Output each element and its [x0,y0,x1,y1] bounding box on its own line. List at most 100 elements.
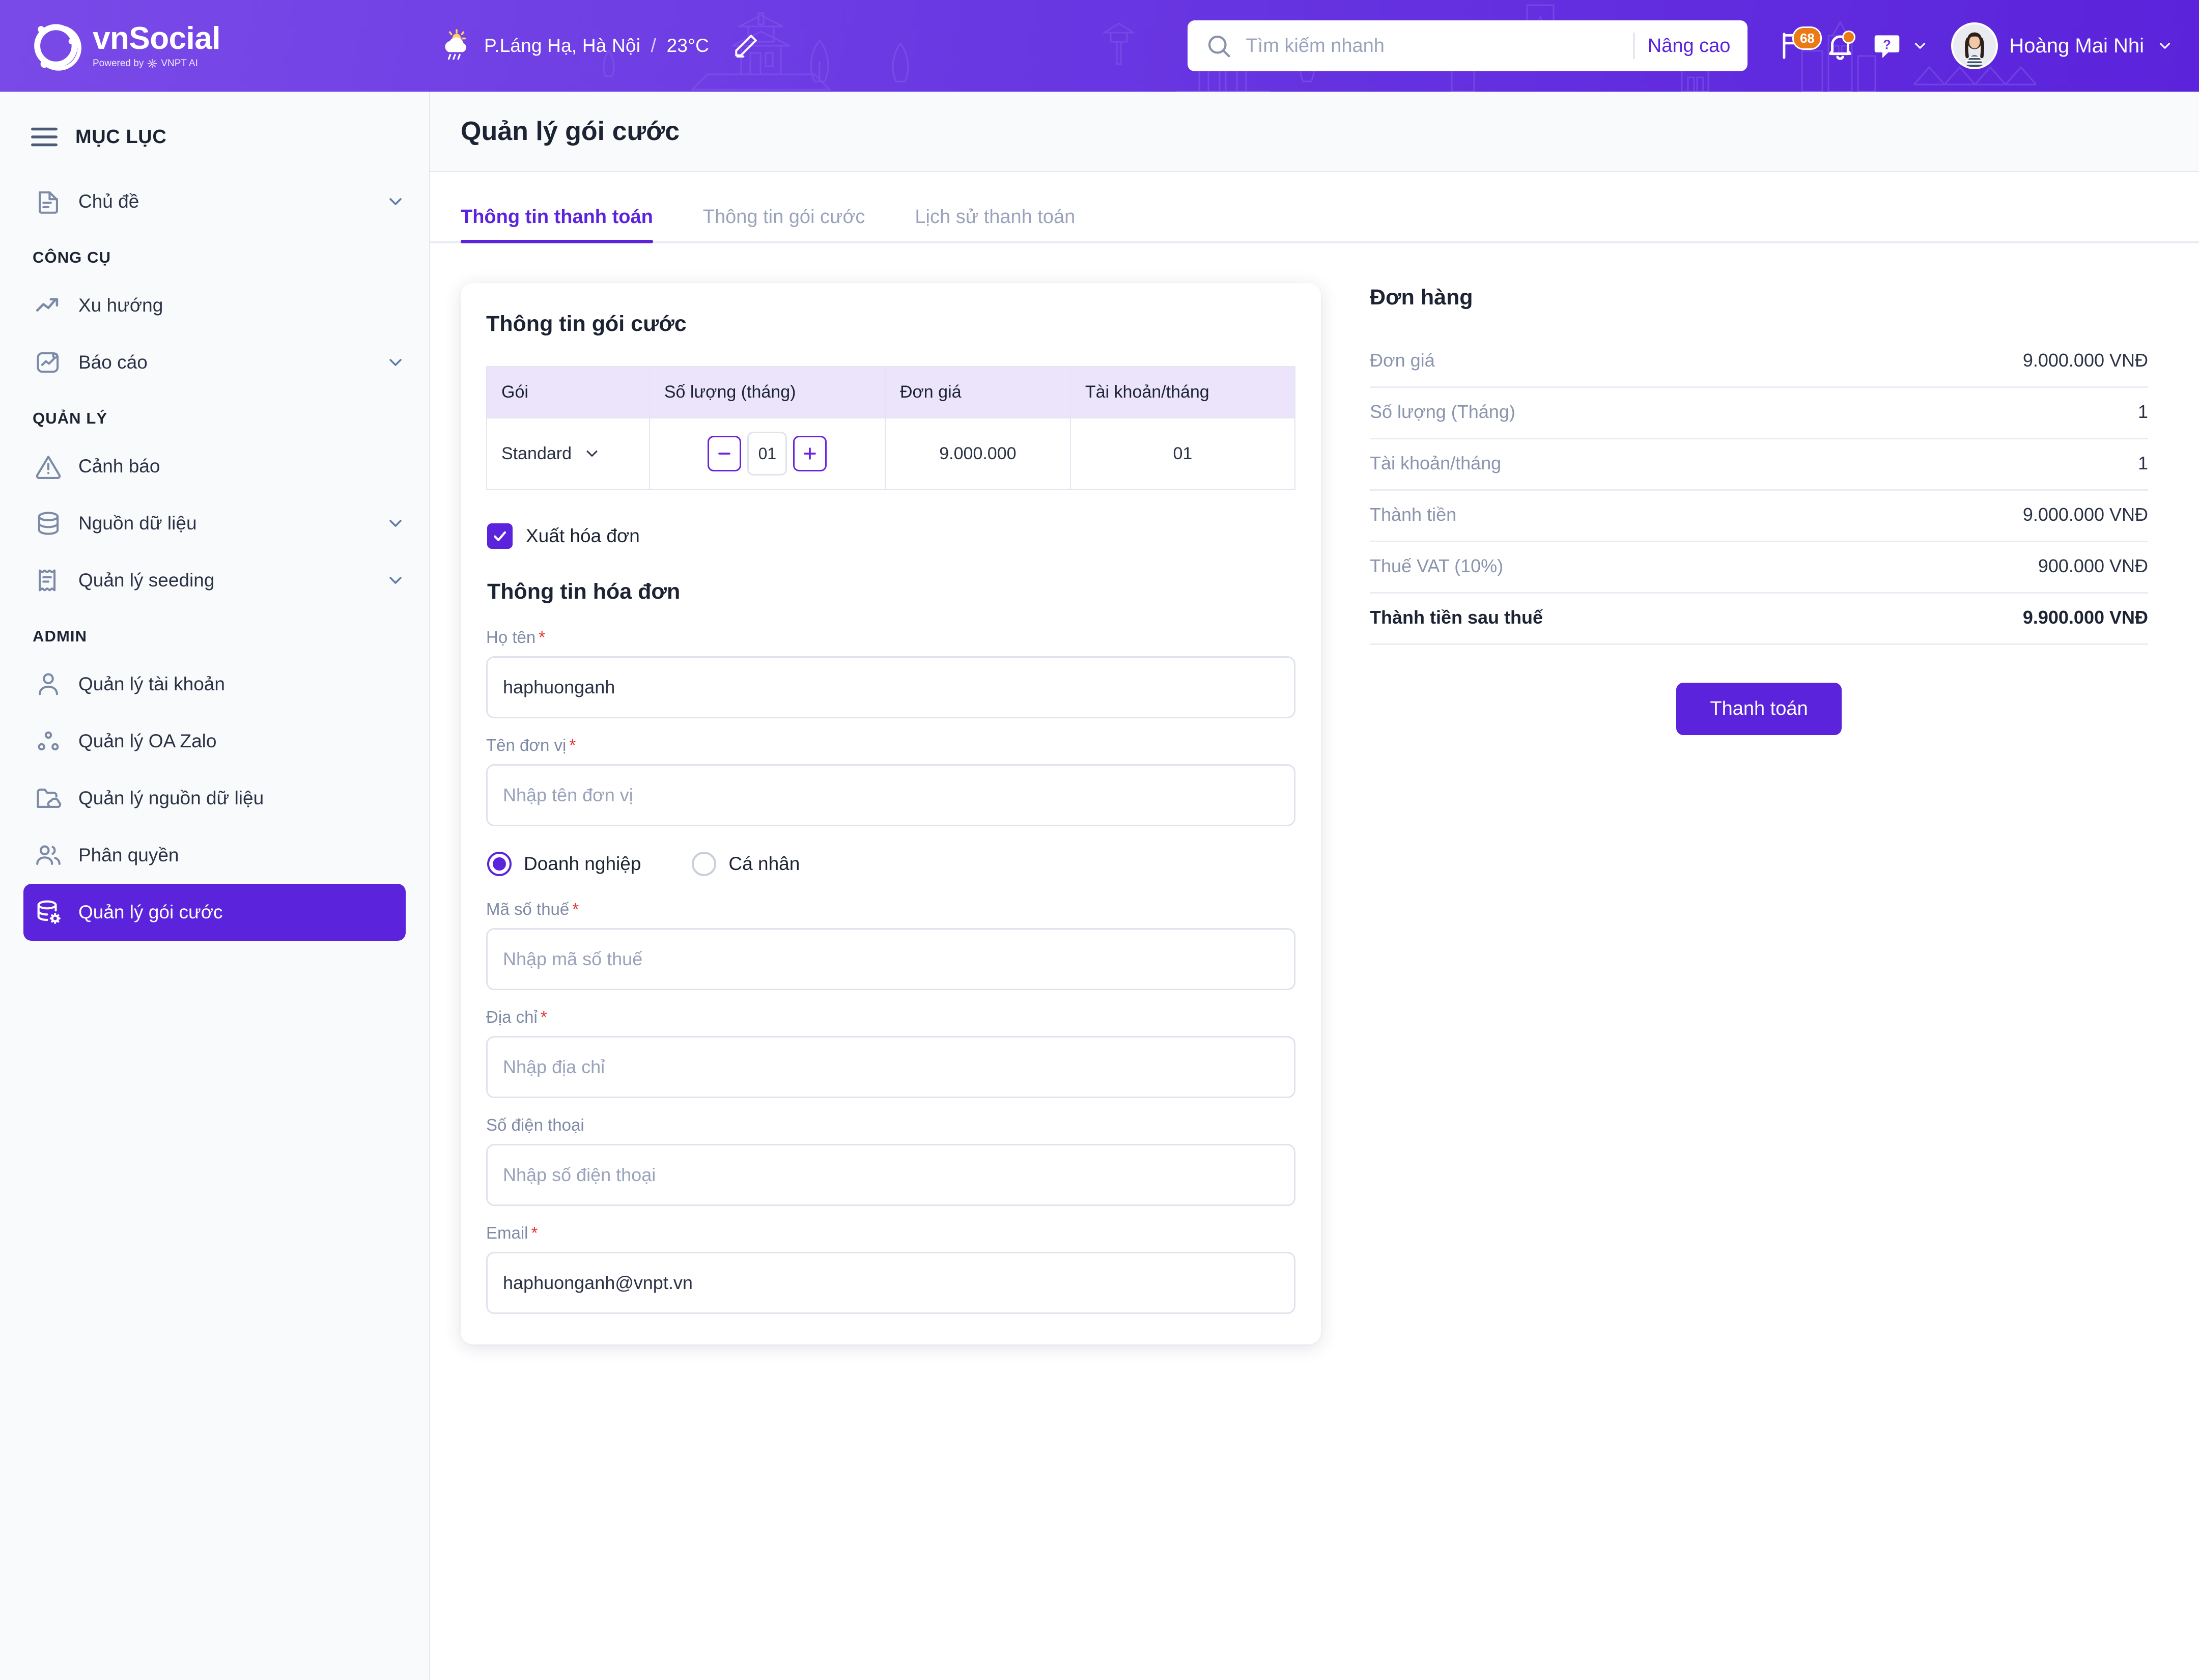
field-email: Email * [486,1223,1295,1314]
svg-text:?: ? [1883,38,1892,52]
required-marker: * [572,900,579,918]
sidebar-group-cong-cu: CÔNG CỤ [33,248,111,266]
user-name: Hoàng Mai Nhi [2009,34,2144,57]
brand-name: vnSocial [93,20,221,56]
sidebar-item-label: Quản lý gói cước [78,902,223,922]
sidebar-item-nguon-du-lieu[interactable]: Nguồn dữ liệu [23,495,406,552]
label-address-text: Địa chỉ [486,1007,538,1026]
flag-button[interactable]: 68 [1770,22,1822,69]
sidebar-item-label: Chủ đề [78,191,139,212]
pay-button[interactable]: Thanh toán [1676,683,1842,735]
radio-doanh-nghiep-dot[interactable] [487,852,512,876]
label-taxcode-text: Mã số thuế [486,900,570,918]
tab-lich-su-thanh-toan[interactable]: Lịch sử thanh toán [915,206,1075,241]
chevron-down-icon[interactable] [385,191,406,212]
notifications-button[interactable] [1817,22,1864,69]
label-fullname-text: Họ tên [486,628,536,647]
order-row-value: 9.000.000 VNĐ [2022,350,2148,371]
quantity-increment-button[interactable] [793,436,827,471]
order-row-tai-khoan-thang: Tài khoản/tháng 1 [1370,439,2148,491]
check-icon [493,531,506,541]
sidebar-item-canh-bao[interactable]: Cảnh báo [23,438,406,495]
chevron-down-icon[interactable] [385,570,406,591]
th-goi: Gói [486,366,650,418]
search-box[interactable]: Nâng cao [1188,20,1748,71]
input-email[interactable] [486,1252,1295,1314]
chevron-down-icon [1915,43,1926,49]
trending-up-icon [33,290,64,321]
sidebar-item-quan-ly-tai-khoan[interactable]: Quản lý tài khoản [23,656,406,713]
sidebar-item-quan-ly-seeding[interactable]: Quản lý seeding [23,552,406,609]
search-input[interactable] [1232,34,1620,58]
content-area: Thông tin gói cước Gói Số lượng (tháng) … [430,243,2199,1680]
minus-icon [718,453,731,455]
sidebar-toc-label: MỤC LỤC [75,126,167,148]
invoice-checkbox[interactable] [487,523,513,549]
tab-thong-tin-goi-cuoc[interactable]: Thông tin gói cước [703,206,865,241]
advanced-search-link[interactable]: Nâng cao [1648,35,1731,57]
weather-separator: / [651,35,657,56]
sidebar-item-quan-ly-oa-zalo[interactable]: Quản lý OA Zalo [23,713,406,770]
sidebar-item-phan-quyen[interactable]: Phân quyền [23,827,406,884]
order-row-value: 1 [2137,401,2148,422]
sidebar-group-admin: ADMIN [33,627,88,645]
input-fullname[interactable] [486,656,1295,718]
package-card-title: Thông tin gói cước [486,312,687,336]
help-button[interactable]: ? [1864,22,1929,69]
invoice-checkbox-row[interactable]: Xuất hóa đơn [487,523,1295,549]
pencil-icon[interactable] [731,32,760,60]
folder-cloud-icon [33,782,64,814]
sidebar-item-label: Quản lý OA Zalo [78,731,217,751]
order-row-label: Thành tiền sau thuế [1370,607,1543,628]
quantity-value[interactable]: 01 [747,432,787,475]
page-title: Quản lý gói cước [461,117,680,146]
package-table: Gói Số lượng (tháng) Đơn giá Tài khoản/t… [486,366,1296,490]
th-tai-khoan-thang: Tài khoản/tháng [1069,366,1296,418]
order-row-thanh-tien-sau-thue: Thành tiền sau thuế 9.900.000 VNĐ [1370,594,2148,645]
tab-thong-tin-thanh-toan[interactable]: Thông tin thanh toán [461,206,653,243]
input-address[interactable] [486,1036,1295,1098]
tab-bar: Thông tin thanh toán Thông tin gói cước … [430,172,2199,243]
package-select[interactable]: Standard [501,444,635,464]
order-title: Đơn hàng [1370,285,1473,310]
receipt-icon [33,565,64,596]
chevron-down-icon [586,451,598,457]
label-fullname: Họ tên * [486,628,1295,647]
chevron-down-icon[interactable] [385,352,406,373]
user-icon [33,668,64,700]
input-company[interactable] [486,764,1295,826]
chevron-down-icon [2159,43,2170,49]
input-phone[interactable] [486,1144,1295,1206]
sidebar-item-label: Xu hướng [78,295,163,316]
avatar [1951,22,1998,69]
invoice-section-title: Thông tin hóa đơn [487,579,681,604]
nodes-icon [33,725,64,757]
table-row: Standard 01 9.000.000 01 [486,417,1296,490]
brand-logo-area[interactable]: vnSocial Powered by VNPT AI [0,18,430,73]
chevron-down-icon[interactable] [385,513,406,534]
avatar-image [1953,24,1996,67]
input-taxcode[interactable] [486,928,1295,990]
label-company: Tên đơn vị * [486,736,1295,755]
radio-doanh-nghiep[interactable]: Doanh nghiệp [487,852,641,876]
label-company-text: Tên đơn vị [486,736,567,754]
chart-box-icon [33,347,64,378]
help-icon-wrap[interactable]: ? [1864,22,1910,69]
sidebar-item-quan-ly-nguon-du-lieu[interactable]: Quản lý nguồn dữ liệu [23,770,406,827]
required-marker: * [540,1007,547,1026]
sidebar-item-xu-huong[interactable]: Xu hướng [23,277,406,334]
cell-unit-price: 9.000.000 [884,417,1071,490]
label-phone: Số điện thoại [486,1115,1295,1135]
document-icon [33,186,64,217]
sidebar-item-quan-ly-goi-cuoc[interactable]: Quản lý gói cước [23,884,406,941]
user-menu[interactable]: Hoàng Mai Nhi [1951,22,2174,69]
quantity-stepper: 01 [664,432,870,475]
sidebar-item-bao-cao[interactable]: Báo cáo [23,334,406,391]
radio-ca-nhan-dot[interactable] [692,852,717,876]
sidebar-item-label: Cảnh báo [78,456,160,477]
quantity-decrement-button[interactable] [708,436,742,471]
sidebar-item-chu-de[interactable]: Chủ đề [23,173,406,230]
weather-widget[interactable]: P.Láng Hạ, Hà Nội / 23°C [439,29,760,63]
radio-ca-nhan[interactable]: Cá nhân [692,852,800,876]
sidebar-toggle[interactable]: MỤC LỤC [0,97,429,173]
